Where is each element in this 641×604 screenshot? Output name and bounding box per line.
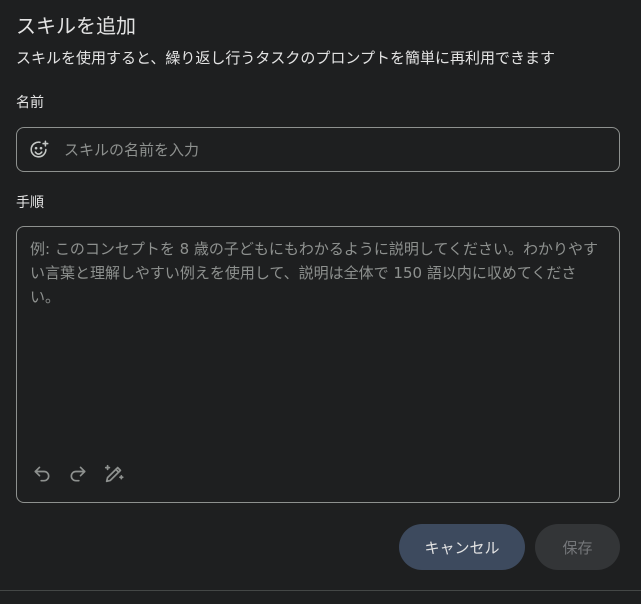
name-field[interactable] (16, 127, 620, 172)
divider (0, 590, 641, 591)
steps-field[interactable] (16, 226, 620, 503)
steps-textarea[interactable] (30, 237, 604, 457)
name-label: 名前 (16, 95, 44, 111)
undo-icon[interactable] (31, 463, 53, 485)
redo-icon[interactable] (67, 463, 89, 485)
add-emoji-icon[interactable] (28, 139, 50, 161)
cancel-button[interactable]: キャンセル (399, 524, 525, 570)
skill-name-input[interactable] (64, 128, 619, 171)
save-button[interactable]: 保存 (535, 524, 620, 570)
add-skill-dialog: スキルを追加 スキルを使用すると、繰り返し行うタスクのプロンプトを簡単に再利用で… (0, 0, 641, 604)
editor-toolbar (31, 463, 125, 485)
steps-label: 手順 (16, 195, 44, 211)
dialog-subtitle: スキルを使用すると、繰り返し行うタスクのプロンプトを簡単に再利用できます (16, 49, 555, 67)
magic-pen-icon[interactable] (103, 463, 125, 485)
dialog-title: スキルを追加 (16, 14, 136, 38)
